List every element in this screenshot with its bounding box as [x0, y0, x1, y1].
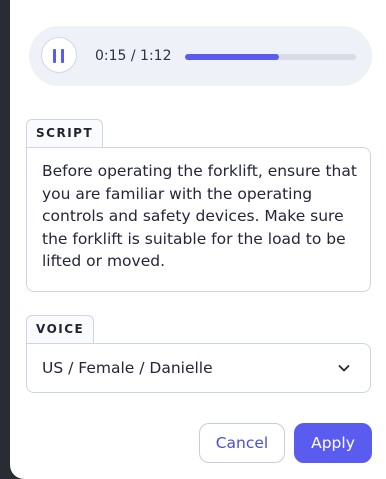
voice-select[interactable]: US / Female / Danielle: [26, 343, 371, 393]
cancel-button[interactable]: Cancel: [199, 423, 285, 463]
script-label: SCRIPT: [26, 119, 104, 147]
playback-time: 0:15 / 1:12: [95, 48, 172, 64]
apply-button[interactable]: Apply: [294, 423, 372, 463]
progress-fill: [185, 54, 280, 60]
voice-selected-value: US / Female / Danielle: [42, 359, 213, 377]
script-textarea[interactable]: Before operating the forklift, ensure th…: [26, 147, 371, 292]
audio-player: 0:15 / 1:12: [29, 26, 372, 86]
progress-bar[interactable]: [185, 54, 356, 60]
pause-button[interactable]: [41, 37, 77, 73]
voice-label: VOICE: [26, 315, 95, 343]
chevron-down-icon: [338, 365, 350, 372]
